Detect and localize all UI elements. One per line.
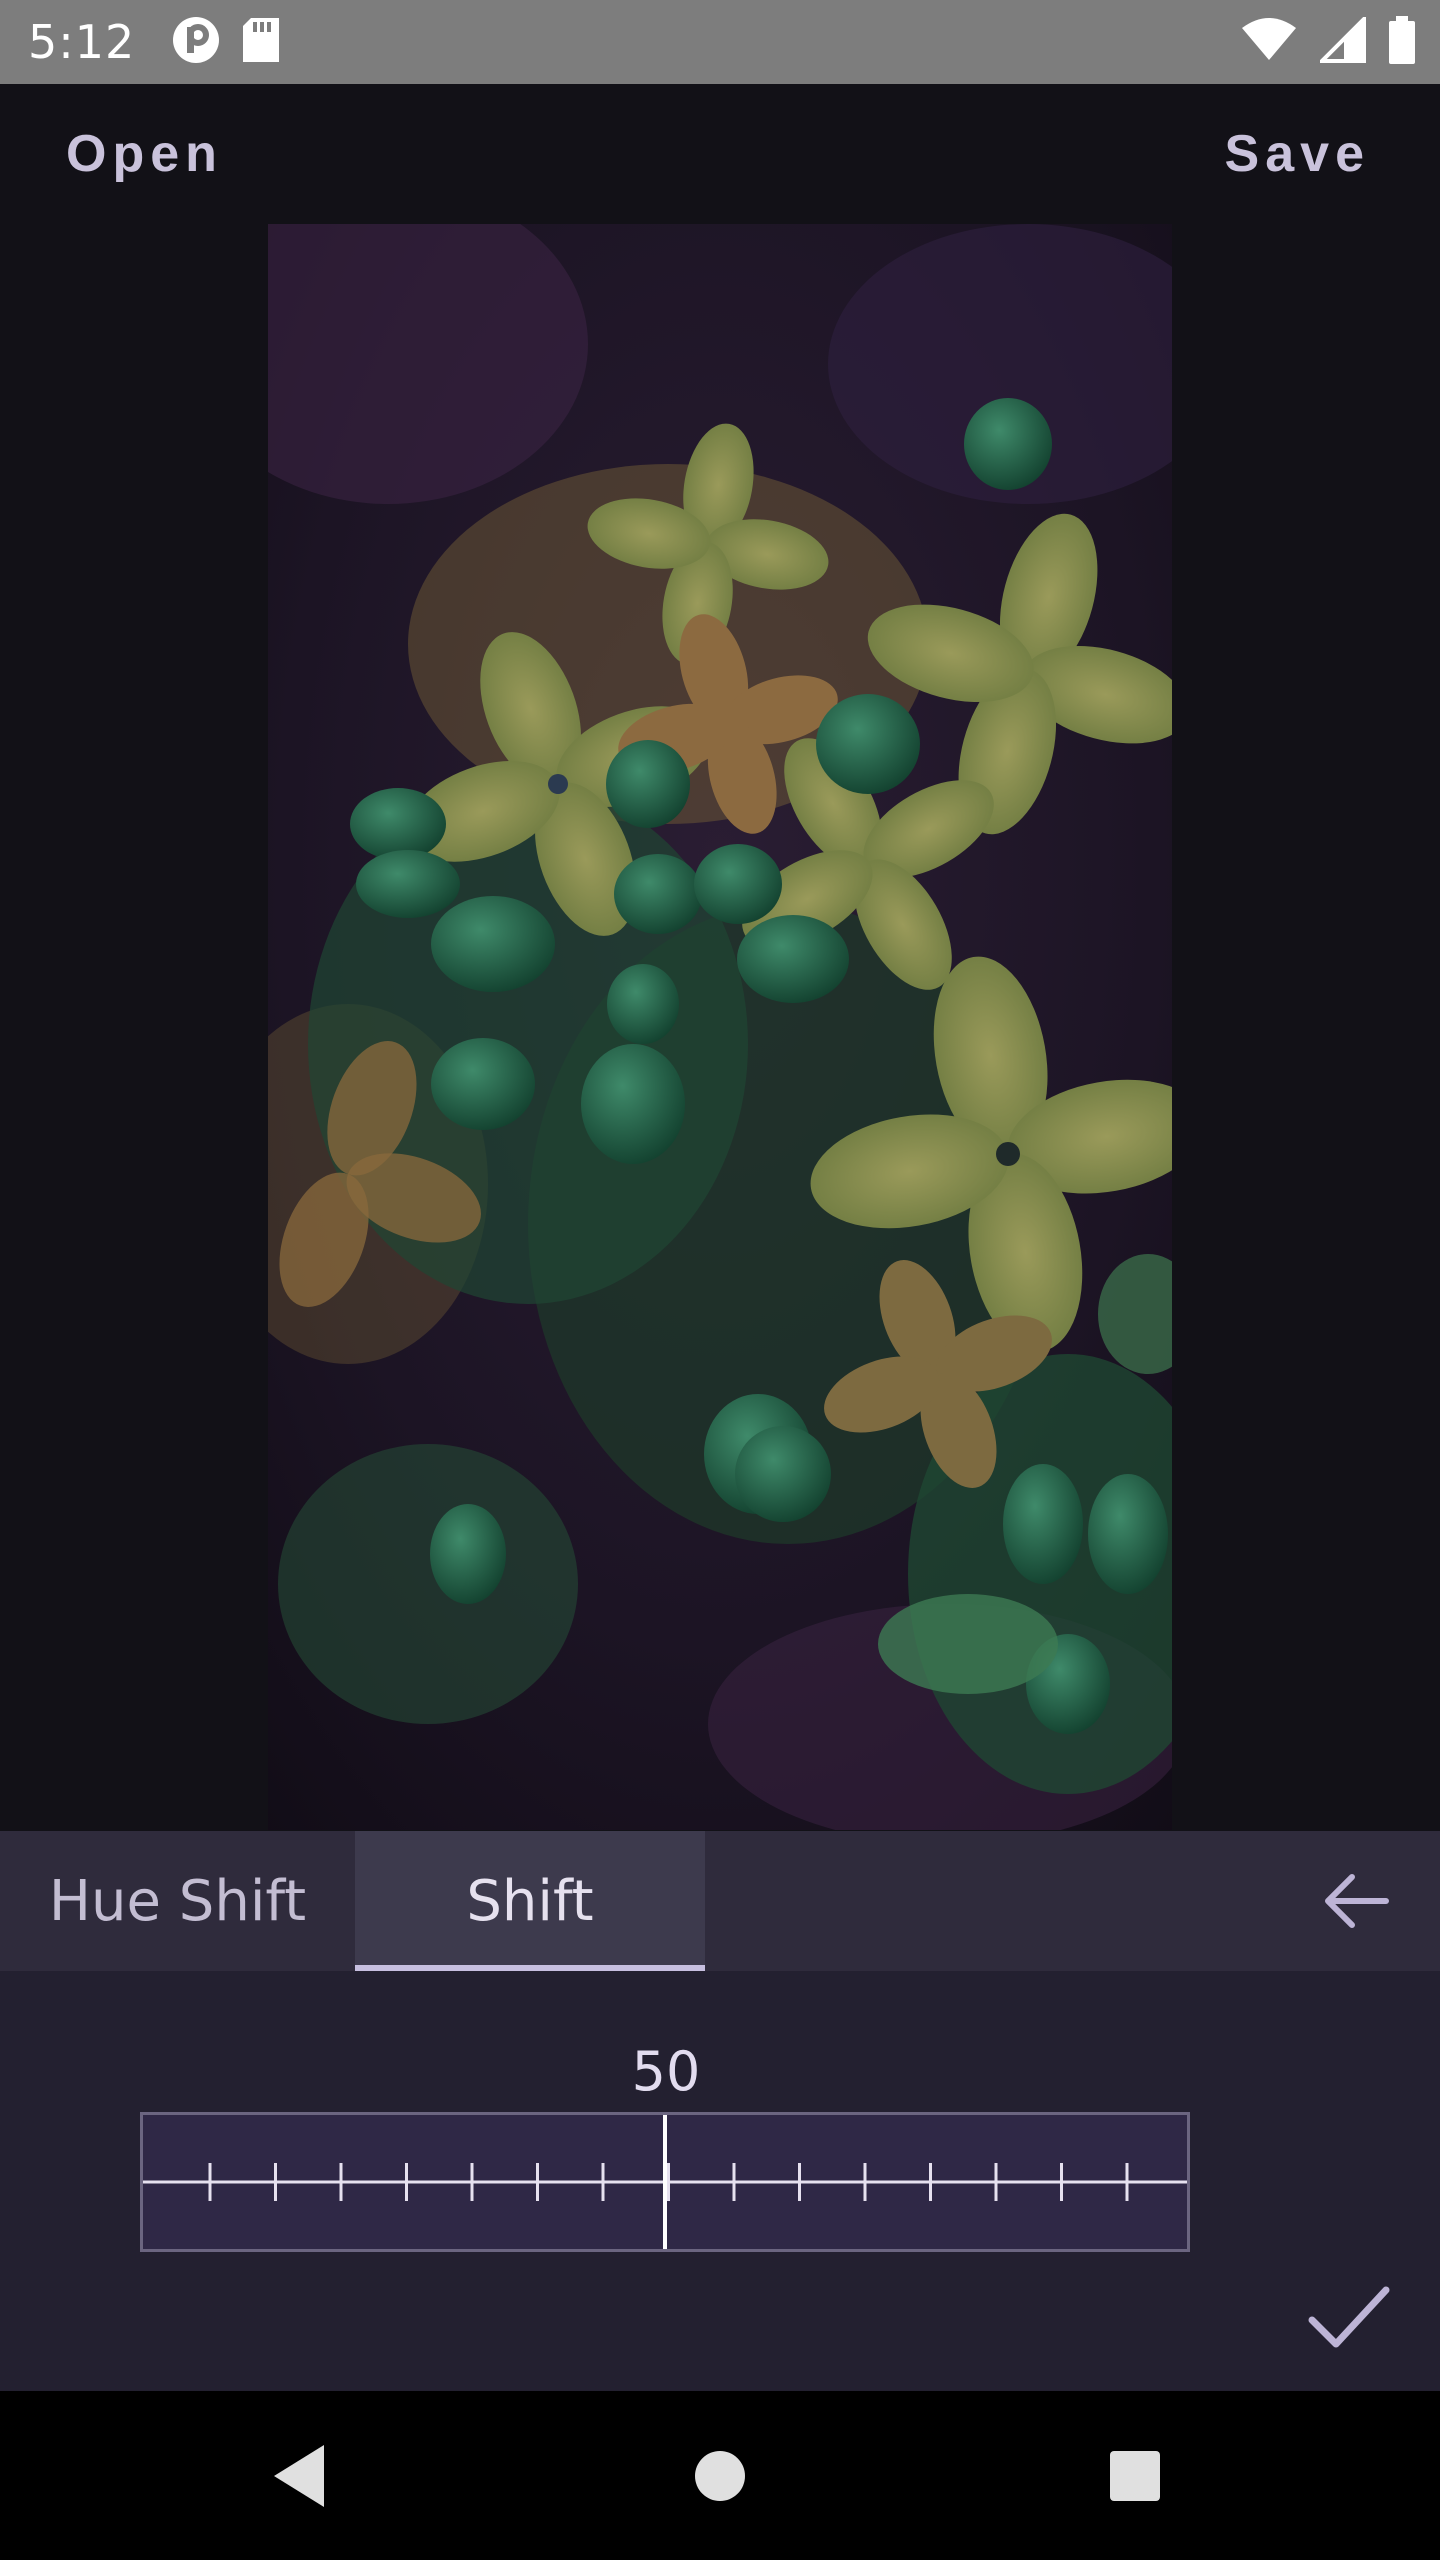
ruler-ticks (143, 2115, 1187, 2249)
status-left-icons (171, 15, 281, 69)
back-triangle-icon (256, 2445, 346, 2525)
tab-hue-shift[interactable]: Hue Shift (0, 1831, 355, 1971)
battery-icon (1388, 16, 1416, 68)
navigation-bar (0, 2391, 1440, 2560)
top-toolbar: Open Save (0, 84, 1440, 224)
confirm-button[interactable] (1300, 2268, 1396, 2364)
flower-photo (268, 224, 1172, 1830)
status-time: 5:12 (28, 15, 136, 69)
nav-home-button[interactable] (675, 2431, 765, 2521)
slider-value: 50 (631, 2040, 701, 2103)
shift-ruler-slider[interactable] (140, 2112, 1190, 2252)
photo-preview (268, 224, 1172, 1830)
p-icon (171, 15, 221, 69)
open-button[interactable]: Open (66, 124, 223, 184)
recents-square-icon (1090, 2451, 1180, 2525)
sd-card-icon (241, 16, 281, 68)
cell-signal-icon (1317, 14, 1366, 67)
screen: 5:12 Open Save Hue Shift Shift 50 (0, 0, 1440, 2560)
save-button[interactable]: Save (1225, 124, 1370, 184)
wifi-icon (1240, 18, 1298, 66)
check-icon (1300, 2286, 1396, 2368)
nav-back-button[interactable] (256, 2431, 346, 2521)
nav-recents-button[interactable] (1090, 2431, 1180, 2521)
home-circle-icon (675, 2451, 765, 2525)
tab-bar: Hue Shift Shift (0, 1831, 1440, 1971)
back-button[interactable] (1316, 1861, 1396, 1941)
status-bar: 5:12 (0, 0, 1440, 84)
status-right-icons (1240, 0, 1416, 84)
arrow-left-icon (1316, 1874, 1396, 1945)
tab-shift[interactable]: Shift (355, 1831, 705, 1971)
